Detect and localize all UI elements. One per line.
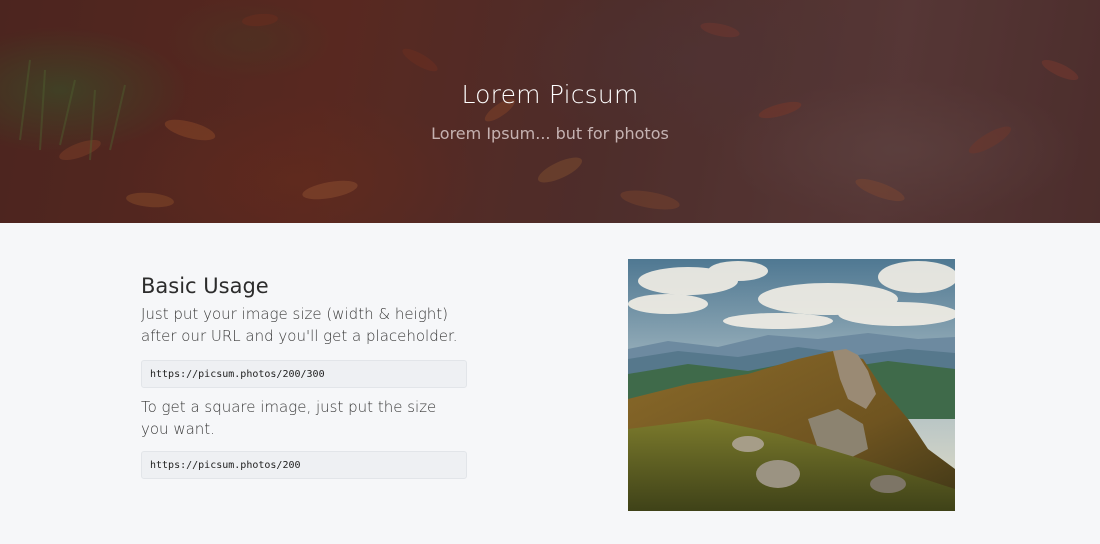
- square-url-code[interactable]: https://picsum.photos/200: [141, 451, 467, 479]
- section-heading: Basic Usage: [141, 274, 269, 298]
- example-url-code[interactable]: https://picsum.photos/200/300: [141, 360, 467, 388]
- example-landscape-photo: [628, 259, 955, 511]
- hero-subtitle: Lorem Ipsum... but for photos: [431, 124, 669, 143]
- hero-title: Lorem Picsum: [461, 80, 639, 109]
- square-image-description: To get a square image, just put the size…: [141, 398, 437, 438]
- usage-description: Just put your image size (width & height…: [141, 305, 458, 345]
- hero-banner: Lorem Picsum Lorem Ipsum... but for phot…: [0, 0, 1100, 223]
- hero-overlay: [0, 0, 1100, 223]
